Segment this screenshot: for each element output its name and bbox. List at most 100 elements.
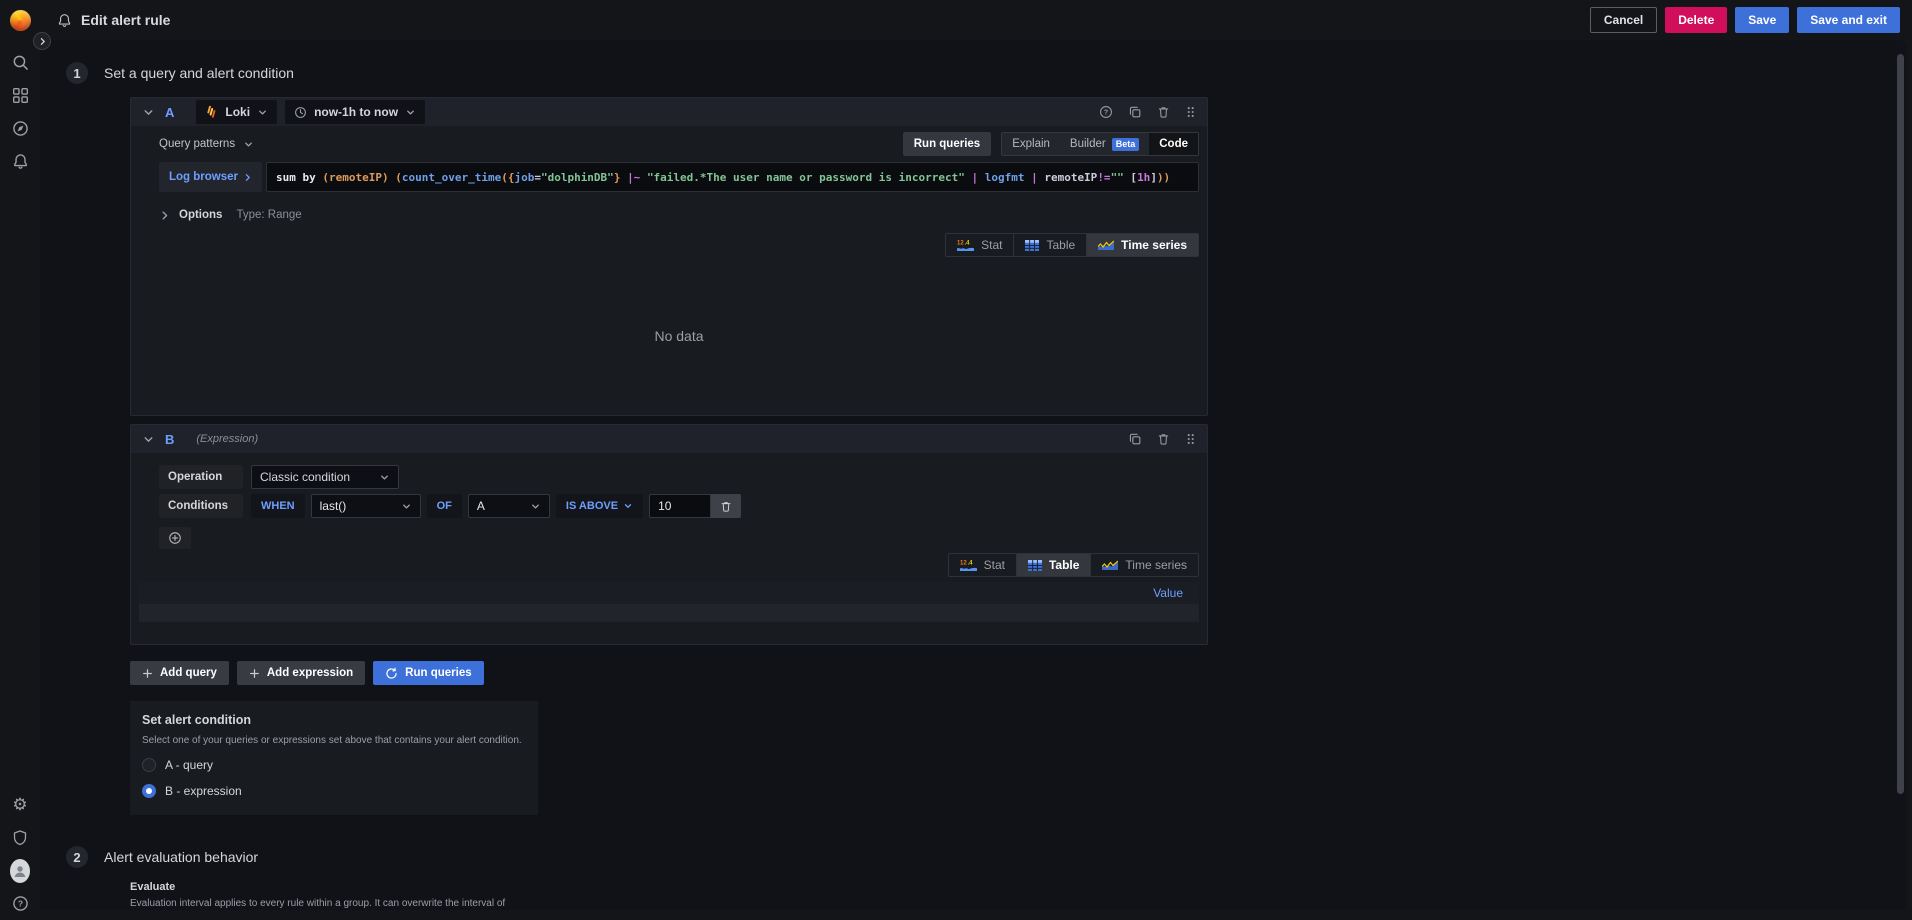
logql-query-editor[interactable]: sum by (remoteIP) (count_over_time({job=… bbox=[266, 162, 1199, 192]
query-a-panel: A Loki now-1h to now ? bbox=[130, 97, 1208, 416]
scrollbar-thumb[interactable] bbox=[1897, 54, 1904, 794]
save-and-exit-button[interactable]: Save and exit bbox=[1797, 7, 1900, 33]
svg-text:?: ? bbox=[17, 899, 22, 909]
step2-title: Alert evaluation behavior bbox=[104, 849, 258, 865]
mode-builder[interactable]: Builder Beta bbox=[1060, 133, 1149, 155]
run-queries-label: Run queries bbox=[405, 667, 471, 679]
viz-stat-b[interactable]: 12.4 Stat bbox=[949, 554, 1017, 576]
cancel-button[interactable]: Cancel bbox=[1590, 7, 1657, 33]
collapse-chevron-icon[interactable] bbox=[142, 433, 155, 446]
stat-icon: 12.4 bbox=[960, 559, 977, 572]
query-help-button[interactable]: ? bbox=[1099, 105, 1113, 119]
query-ref-value: A bbox=[477, 499, 485, 513]
evaluator-value: IS ABOVE bbox=[566, 500, 618, 512]
operation-select[interactable]: Classic condition bbox=[251, 465, 399, 489]
query-patterns-dropdown[interactable]: Query patterns bbox=[159, 138, 254, 150]
viz-toggle-group-b: 12.4 Stat Table Time series bbox=[948, 553, 1199, 577]
sidebar-item-settings[interactable]: ⚙ bbox=[4, 788, 36, 821]
query-a-ref-id: A bbox=[165, 105, 174, 120]
add-condition-button[interactable] bbox=[159, 527, 191, 549]
time-series-icon bbox=[1102, 559, 1118, 571]
log-browser-button[interactable]: Log browser bbox=[159, 162, 262, 192]
time-range-picker[interactable]: now-1h to now bbox=[285, 100, 425, 124]
viz-stat-a[interactable]: 12.4 Stat bbox=[946, 234, 1014, 256]
chevron-down-icon bbox=[623, 501, 633, 511]
query-ref-select[interactable]: A bbox=[468, 494, 550, 518]
chevron-right-icon bbox=[38, 37, 47, 46]
sidebar-item-alerting[interactable] bbox=[4, 145, 36, 178]
condition-option-a[interactable]: A - query bbox=[142, 758, 526, 772]
condition-option-b-label: B - expression bbox=[165, 784, 242, 798]
sidebar-item-search[interactable] bbox=[4, 46, 36, 79]
add-query-label: Add query bbox=[160, 667, 217, 679]
drag-handle[interactable] bbox=[1185, 105, 1196, 119]
save-button[interactable]: Save bbox=[1735, 7, 1789, 33]
mode-code[interactable]: Code bbox=[1149, 133, 1198, 155]
value-column-header[interactable]: Value bbox=[139, 582, 1199, 604]
add-query-button[interactable]: Add query bbox=[130, 661, 229, 685]
run-queries-button[interactable]: Run queries bbox=[373, 661, 483, 685]
dashboards-icon bbox=[12, 87, 29, 104]
step2-number: 2 bbox=[66, 846, 88, 868]
datasource-picker[interactable]: Loki bbox=[196, 100, 277, 124]
condition-option-b[interactable]: B - expression bbox=[142, 784, 526, 798]
topbar-actions: Cancel Delete Save Save and exit bbox=[1590, 7, 1912, 33]
radio-selected-icon bbox=[142, 784, 156, 798]
table-empty-row bbox=[139, 604, 1199, 622]
stat-icon: 12.4 bbox=[957, 239, 974, 252]
no-data-message: No data bbox=[159, 257, 1199, 415]
scrollbar[interactable] bbox=[1897, 54, 1904, 794]
search-icon bbox=[12, 54, 29, 71]
main-content: 1 Set a query and alert condition A Loki… bbox=[40, 40, 1906, 910]
log-browser-label: Log browser bbox=[169, 171, 238, 183]
viz-stat-label: Stat bbox=[984, 558, 1005, 572]
viz-timeseries-label: Time series bbox=[1121, 238, 1187, 252]
remove-query-button[interactable] bbox=[1157, 105, 1170, 119]
viz-timeseries-a[interactable]: Time series bbox=[1087, 234, 1198, 256]
sidebar-item-server-admin[interactable] bbox=[4, 821, 36, 854]
duplicate-expression-button[interactable] bbox=[1128, 432, 1142, 446]
reducer-select[interactable]: last() bbox=[311, 494, 421, 518]
sidebar-expand-button[interactable] bbox=[33, 32, 51, 50]
viz-timeseries-b[interactable]: Time series bbox=[1091, 554, 1198, 576]
threshold-input[interactable] bbox=[649, 494, 711, 518]
chevron-down-icon bbox=[257, 107, 268, 118]
expression-kind: (Expression) bbox=[196, 433, 258, 445]
chevron-right-icon bbox=[159, 210, 170, 221]
sidebar-item-profile[interactable] bbox=[4, 854, 36, 887]
chevron-down-icon bbox=[530, 501, 541, 512]
mode-builder-label: Builder bbox=[1070, 138, 1106, 150]
viz-timeseries-label: Time series bbox=[1125, 558, 1187, 572]
step1-title: Set a query and alert condition bbox=[104, 65, 294, 81]
set-alert-condition-box: Set alert condition Select one of your q… bbox=[130, 701, 538, 815]
delete-button[interactable]: Delete bbox=[1665, 7, 1727, 33]
time-series-icon bbox=[1098, 239, 1114, 251]
drag-handle[interactable] bbox=[1185, 432, 1196, 446]
compass-icon bbox=[12, 120, 29, 137]
drag-handle-icon bbox=[1185, 105, 1196, 119]
page-title: Edit alert rule bbox=[81, 12, 170, 28]
copy-icon bbox=[1128, 105, 1142, 119]
add-expression-button[interactable]: Add expression bbox=[237, 661, 365, 685]
viz-table-a[interactable]: Table bbox=[1014, 234, 1087, 256]
sidebar-item-help[interactable]: ? bbox=[4, 887, 36, 920]
run-queries-small-button[interactable]: Run queries bbox=[903, 132, 991, 156]
expression-b-ref-id: B bbox=[165, 432, 174, 447]
sidebar-item-explore[interactable] bbox=[4, 112, 36, 145]
when-keyword[interactable]: WHEN bbox=[251, 494, 305, 518]
svg-text:.4: .4 bbox=[965, 240, 971, 246]
viz-table-b[interactable]: Table bbox=[1017, 554, 1091, 576]
radio-unselected-icon bbox=[142, 758, 156, 772]
options-label: Options bbox=[179, 209, 222, 221]
datasource-name: Loki bbox=[225, 105, 250, 119]
remove-condition-button[interactable] bbox=[711, 494, 741, 518]
collapse-chevron-icon[interactable] bbox=[142, 106, 155, 119]
refresh-icon bbox=[385, 667, 398, 680]
duplicate-query-button[interactable] bbox=[1128, 105, 1142, 119]
sidebar-item-dashboards[interactable] bbox=[4, 79, 36, 112]
options-toggle[interactable]: Options Type: Range bbox=[159, 205, 1199, 225]
of-keyword[interactable]: OF bbox=[427, 494, 462, 518]
mode-explain[interactable]: Explain bbox=[1002, 133, 1060, 155]
evaluator-select[interactable]: IS ABOVE bbox=[556, 494, 643, 518]
remove-expression-button[interactable] bbox=[1157, 432, 1170, 446]
